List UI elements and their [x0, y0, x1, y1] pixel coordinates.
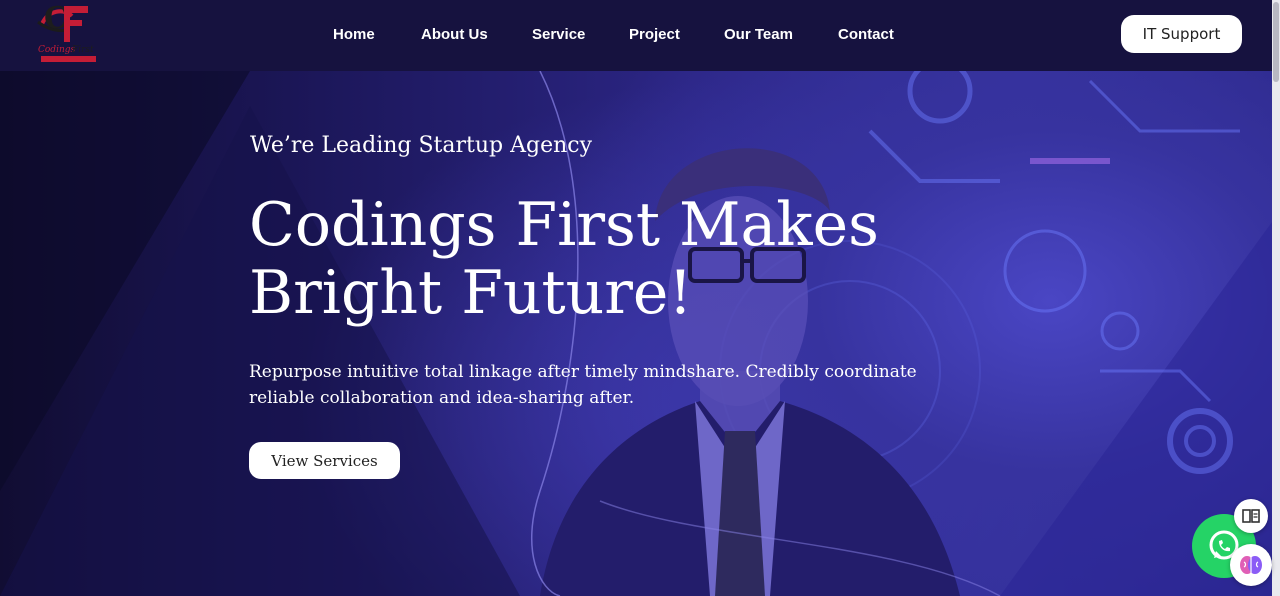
nav-home[interactable]: Home	[333, 26, 375, 43]
it-support-button[interactable]: IT Support	[1121, 15, 1242, 53]
nav-our-team[interactable]: Our Team	[724, 26, 793, 43]
hero-headline: Codings First Makes Bright Future!	[249, 191, 969, 327]
view-services-button[interactable]: View Services	[249, 442, 400, 479]
reader-mode-button[interactable]	[1234, 499, 1268, 533]
navbar: C Codings First Home About Us Service Pr…	[0, 0, 1280, 71]
brain-icon	[1240, 556, 1262, 574]
ai-assistant-button[interactable]	[1230, 544, 1272, 586]
hero-section: We’re Leading Startup Agency Codings Fir…	[0, 71, 1280, 596]
nav-project[interactable]: Project	[629, 26, 680, 43]
hero-content: We’re Leading Startup Agency Codings Fir…	[249, 71, 1009, 596]
hero-headline-line1: Codings First Makes	[249, 190, 879, 260]
scrollbar-thumb[interactable]	[1273, 2, 1279, 82]
nav-service[interactable]: Service	[532, 26, 585, 43]
hero-description: Repurpose intuitive total linkage after …	[249, 362, 917, 408]
nav-contact[interactable]: Contact	[838, 26, 894, 43]
main-nav: Home About Us Service Project Our Team C…	[0, 0, 1280, 71]
nav-about-us[interactable]: About Us	[421, 26, 488, 43]
page-scrollbar[interactable]	[1272, 0, 1280, 596]
book-icon	[1242, 509, 1260, 523]
hero-eyebrow: We’re Leading Startup Agency	[250, 133, 593, 158]
hero-headline-line2: Bright Future!	[249, 258, 693, 328]
